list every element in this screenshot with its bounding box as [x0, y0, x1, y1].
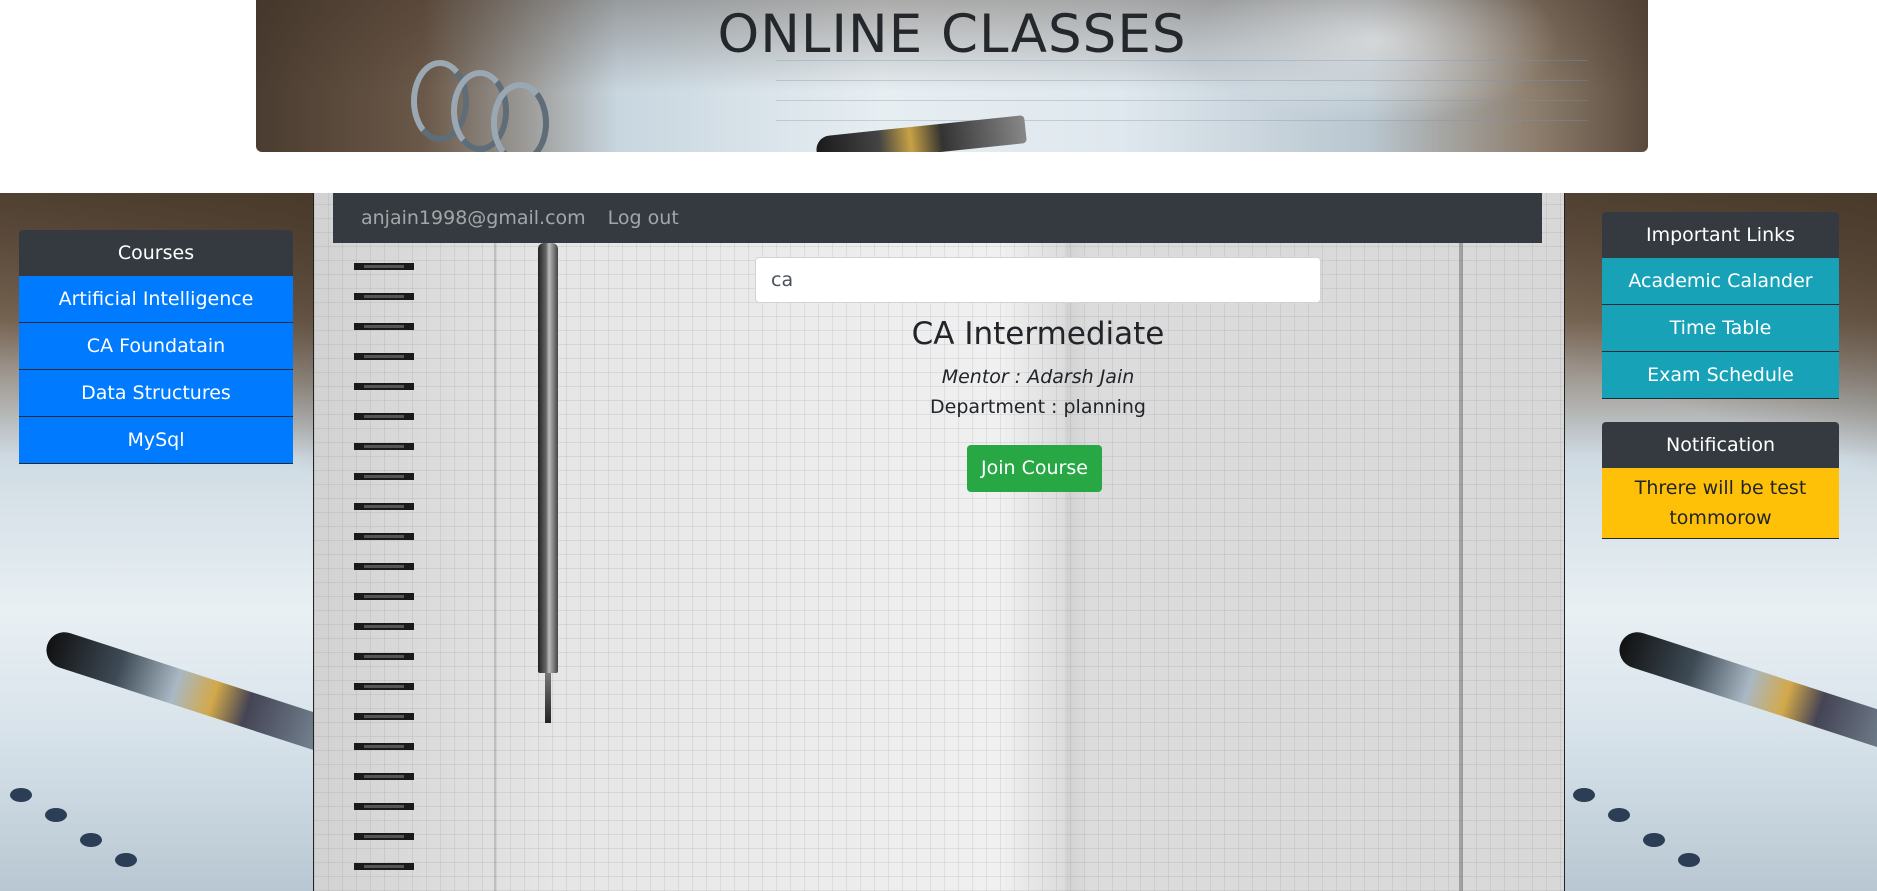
notification-message: Threre will be test tommorow	[1602, 468, 1839, 539]
notification-panel: Notification Threre will be test tommoro…	[1602, 422, 1839, 539]
notebook-hole	[115, 853, 137, 867]
header-banner: ONLINE CLASSES	[256, 0, 1648, 152]
time-table-link[interactable]: Time Table	[1602, 305, 1839, 352]
important-links-heading: Important Links	[1602, 212, 1839, 258]
logout-link[interactable]: Log out	[608, 207, 679, 229]
course-title: CA Intermediate	[911, 316, 1165, 352]
pen-image	[538, 243, 558, 723]
fountain-pen-image	[41, 627, 313, 755]
sidebar-item-ca-foundation[interactable]: CA Foundatain	[19, 323, 293, 370]
academic-calendar-link[interactable]: Academic Calander	[1602, 258, 1839, 305]
top-navbar: anjain1998@gmail.com Log out	[333, 193, 1542, 243]
page-title: ONLINE CLASSES	[717, 4, 1187, 65]
notebook-page-edge	[1459, 193, 1463, 891]
fountain-pen-image	[1614, 627, 1877, 755]
sidebar-item-artificial-intelligence[interactable]: Artificial Intelligence	[19, 276, 293, 323]
join-course-button[interactable]: Join Course	[967, 445, 1102, 492]
user-email-link[interactable]: anjain1998@gmail.com	[361, 207, 586, 229]
notification-heading: Notification	[1602, 422, 1839, 468]
paper-line	[776, 100, 1588, 101]
sidebar-item-data-structures[interactable]: Data Structures	[19, 370, 293, 417]
exam-schedule-link[interactable]: Exam Schedule	[1602, 352, 1839, 399]
course-mentor: Mentor : Adarsh Jain	[941, 366, 1135, 388]
notebook-spiral	[354, 253, 414, 891]
course-department: Department : planning	[930, 396, 1146, 418]
important-links-panel: Important Links Academic Calander Time T…	[1602, 212, 1839, 399]
notebook-hole	[10, 788, 32, 802]
notebook-ring	[491, 82, 549, 152]
notebook-hole	[1608, 808, 1630, 822]
sidebar-item-mysql[interactable]: MySql	[19, 417, 293, 464]
paper-line	[776, 120, 1588, 121]
search-input[interactable]: ca	[755, 257, 1321, 303]
notebook-hole	[1678, 853, 1700, 867]
courses-sidebar: Courses Artificial Intelligence CA Found…	[19, 230, 293, 464]
paper-line	[776, 80, 1588, 81]
notebook-margin	[494, 193, 496, 891]
notebook-hole	[45, 808, 67, 822]
notebook-hole	[1573, 788, 1595, 802]
courses-heading: Courses	[19, 230, 293, 276]
notebook-hole	[80, 833, 102, 847]
notebook-hole	[1643, 833, 1665, 847]
